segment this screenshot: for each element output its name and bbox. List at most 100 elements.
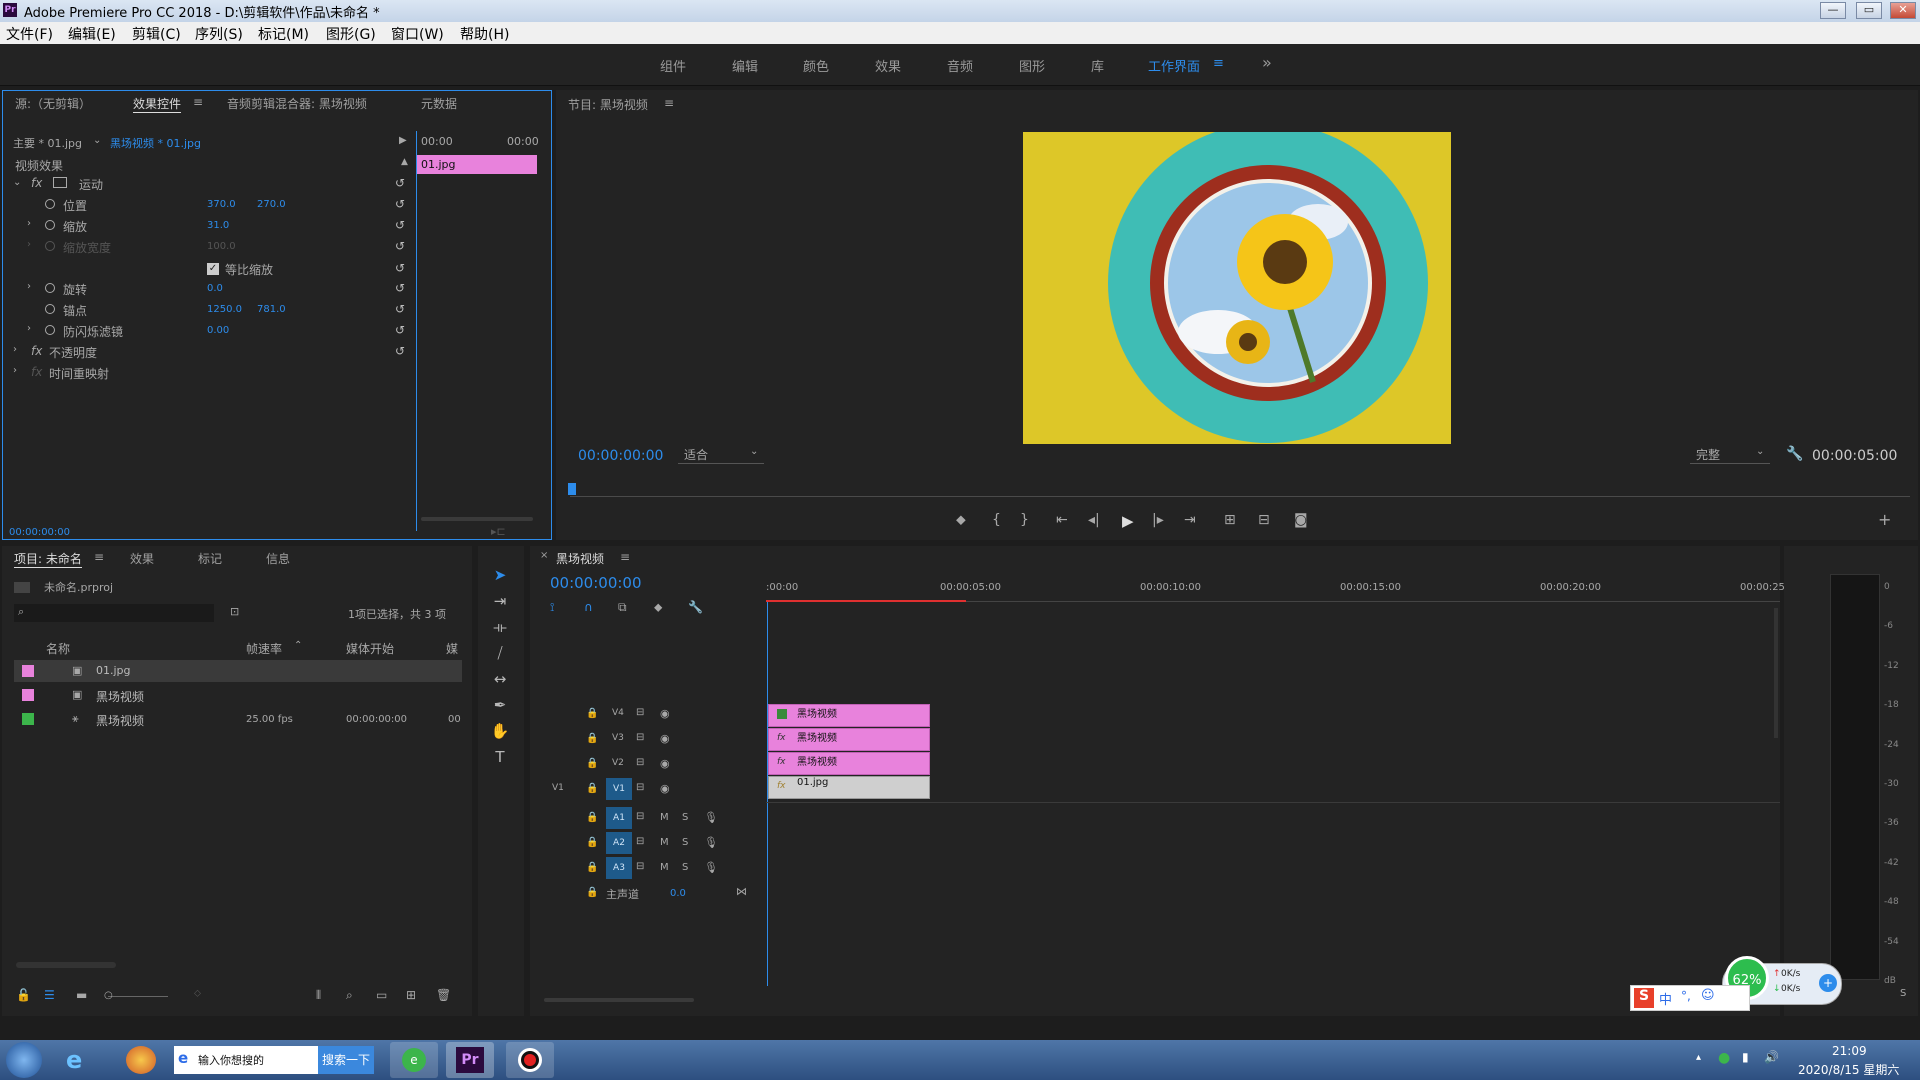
solo-meter-button[interactable]: S [1900, 988, 1906, 999]
trash-icon[interactable]: 🗑 [436, 988, 451, 1002]
panel-menu-icon[interactable]: ≡ [664, 96, 674, 110]
tab-source[interactable]: 源:（无剪辑） [15, 95, 91, 112]
clock-date[interactable]: 2020/8/15 星期六 [1798, 1061, 1899, 1078]
step-forward-icon[interactable]: |▸ [1152, 512, 1164, 528]
track-label[interactable]: V3 [612, 733, 624, 743]
tab-metadata[interactable]: 元数据 [421, 95, 457, 112]
stopwatch-icon[interactable] [45, 199, 55, 209]
sequence-tab[interactable]: 黑场视频 [556, 550, 604, 567]
tab-info[interactable]: 信息 [266, 550, 290, 567]
scale-value[interactable]: 31.0 [207, 220, 229, 231]
sync-lock-icon[interactable]: ⊟ [636, 836, 644, 847]
expand-arrow-icon[interactable]: › [13, 344, 17, 355]
razor-tool-icon[interactable]: ⧸ [490, 644, 510, 664]
program-timecode[interactable]: 00:00:00:00 [578, 448, 663, 464]
track-target[interactable]: A2 [606, 832, 632, 854]
add-icon[interactable]: + [1819, 974, 1837, 992]
sync-lock-icon[interactable]: ⊟ [636, 757, 644, 768]
mute-button-icon[interactable]: M [660, 862, 669, 873]
solo-button-icon[interactable]: S [682, 862, 688, 873]
tray-expand-icon[interactable]: ▴ [1696, 1052, 1701, 1063]
go-to-out-icon[interactable]: ⇥ [1184, 512, 1196, 528]
sync-lock-icon[interactable]: ⊟ [636, 707, 644, 718]
new-bin-icon[interactable]: ⊡ [230, 605, 239, 618]
volume-icon[interactable]: 🔊 [1764, 1050, 1779, 1064]
ime-mode[interactable]: 中 [1659, 989, 1672, 1008]
ie-icon[interactable]: e [66, 1046, 96, 1074]
track-label[interactable]: V4 [612, 708, 624, 718]
menu-clip[interactable]: 剪辑(C) [132, 24, 181, 44]
timeline-ruler[interactable]: :00:00 00:00:05:00 00:00:10:00 00:00:15:… [766, 570, 1788, 602]
track-label[interactable]: V2 [612, 758, 624, 768]
reset-icon[interactable]: ↺ [395, 218, 405, 232]
ime-toolbar[interactable]: S 中 °, ☺ [1630, 985, 1750, 1011]
add-button-icon[interactable]: + [1878, 510, 1891, 529]
step-back-icon[interactable]: ◂| [1088, 512, 1100, 528]
color-label[interactable] [22, 689, 34, 701]
minimize-button[interactable]: — [1820, 2, 1846, 19]
ripple-edit-tool-icon[interactable]: ⟛ [490, 618, 510, 638]
track-select-tool-icon[interactable]: ⇥ [490, 592, 510, 612]
automate-icon[interactable]: ⫴ [316, 988, 321, 1003]
panel-menu-icon[interactable]: ≡ [620, 550, 630, 564]
play-arrow-icon[interactable]: ▶ [399, 135, 407, 146]
stopwatch-icon[interactable] [45, 325, 55, 335]
list-view-icon[interactable]: ☰ [44, 988, 55, 1002]
app-icon[interactable] [126, 1046, 156, 1074]
go-to-in-icon[interactable]: ⇤ [1056, 512, 1068, 528]
settings-wrench-icon[interactable]: 🔧 [688, 600, 703, 614]
workspace-menu-icon[interactable]: ≡ [1213, 56, 1224, 71]
maximize-button[interactable]: ▭ [1856, 2, 1882, 19]
work-area-bar[interactable] [766, 600, 966, 602]
track-target[interactable]: V1 [606, 778, 632, 800]
motion-expand-icon[interactable]: ⌄ [13, 177, 21, 188]
bowtie-icon[interactable]: ⋈ [736, 885, 747, 898]
workspace-audio[interactable]: 音频 [947, 56, 973, 75]
lock-icon[interactable]: 🔒 [586, 862, 598, 873]
sync-lock-icon[interactable]: ⊟ [636, 861, 644, 872]
more-workspaces-icon[interactable]: » [1262, 53, 1272, 72]
sync-lock-icon[interactable]: ⊟ [636, 811, 644, 822]
col-name[interactable]: 名称 [46, 640, 70, 657]
new-item-icon[interactable]: ⊞ [406, 988, 416, 1002]
expand-arrow-icon[interactable]: › [27, 323, 31, 334]
taskbar-app[interactable]: e [390, 1042, 438, 1078]
tab-project[interactable]: 项目: 未命名 [14, 550, 82, 568]
col-media-start[interactable]: 媒体开始 [346, 640, 394, 657]
lock-icon[interactable]: 🔒 [586, 812, 598, 823]
mic-icon[interactable]: 🎙 [704, 836, 718, 849]
clip-v2[interactable]: fx 黑场视频 [768, 752, 930, 775]
mic-icon[interactable]: 🎙 [704, 811, 718, 824]
eye-icon[interactable]: ◉ [660, 732, 670, 745]
chevron-down-icon[interactable]: ⌄ [93, 135, 101, 146]
list-item[interactable]: ▣ 01.jpg [14, 660, 462, 682]
find-icon[interactable]: ⌕ [346, 988, 353, 1003]
mic-icon[interactable]: 🎙 [704, 861, 718, 874]
slip-tool-icon[interactable]: ↔ [490, 670, 510, 690]
tab-effects[interactable]: 效果 [130, 550, 154, 567]
workspace-effects[interactable]: 效果 [875, 56, 901, 75]
transform-icon[interactable] [53, 177, 67, 188]
stopwatch-icon[interactable] [45, 220, 55, 230]
zoom-knob-icon[interactable]: ○ [104, 990, 113, 1001]
col-fps[interactable]: 帧速率 [246, 640, 282, 657]
panel-menu-icon[interactable]: ≡ [193, 95, 203, 109]
clip-v1[interactable]: fx 01.jpg [768, 776, 930, 799]
quality-dropdown[interactable]: 完整 ⌄ [1690, 446, 1770, 464]
pen-tool-icon[interactable]: ✒ [490, 696, 510, 716]
video-scrollbar[interactable] [1774, 608, 1778, 738]
search-input[interactable]: e 输入你想搜的 [174, 1046, 318, 1074]
effect-clip-bar[interactable]: 01.jpg [417, 155, 537, 174]
lock-icon[interactable]: 🔒 [586, 733, 598, 744]
master-clip-label[interactable]: 主要 * 01.jpg [13, 135, 82, 151]
track-target[interactable]: A1 [606, 807, 632, 829]
project-scrollbar[interactable] [16, 962, 116, 968]
lift-icon[interactable]: ⊞ [1224, 512, 1236, 528]
scale-width-value[interactable]: 100.0 [207, 241, 236, 252]
project-search-input[interactable]: ⌕ [14, 604, 214, 622]
eye-icon[interactable]: ◉ [660, 707, 670, 720]
workspace-assembly[interactable]: 组件 [660, 56, 686, 75]
list-item[interactable]: ⚹ 黑场视频 25.00 fps 00:00:00:00 00 [14, 708, 462, 730]
wrench-icon[interactable]: 🔧 [1786, 446, 1803, 462]
network-icon[interactable]: ▮ [1742, 1050, 1749, 1064]
